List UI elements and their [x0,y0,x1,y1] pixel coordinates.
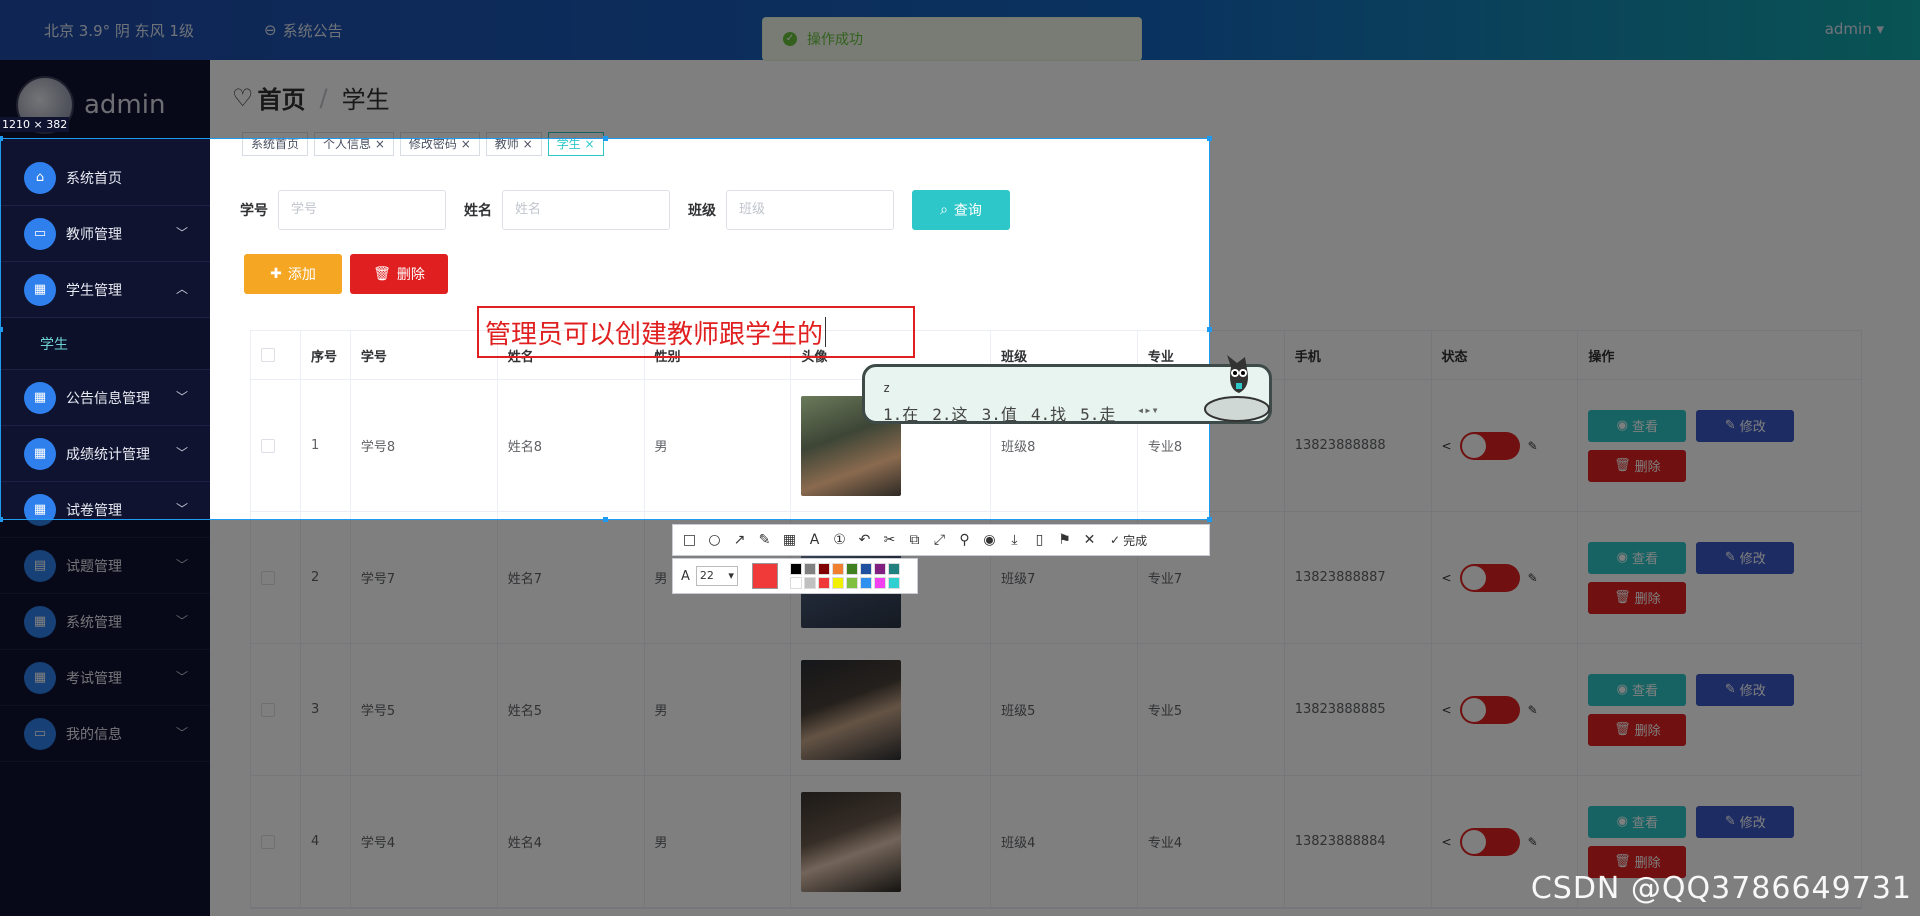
app: 北京 3.9° 阴 东风 1级 ⊖ 系统公告 admin ▾ ✓ 操作成功 ad… [0,0,1920,916]
resize-handle[interactable] [1207,136,1212,141]
color-swatch[interactable] [789,577,802,589]
capture-dim-top [0,0,1920,138]
resize-handle[interactable] [0,327,3,332]
ime-candidate[interactable]: 1.在 [883,401,918,425]
mosaic-tool-icon[interactable]: ▦ [781,532,798,548]
color-swatch[interactable] [789,563,802,575]
font-size-select[interactable]: 22 [695,566,738,586]
ime-candidate-window[interactable]: z 1.在 2.这 3.值 4.找 5.走 ◂▸▾ [862,355,1272,425]
color-swatch[interactable] [803,563,816,575]
capture-dim-bottom [0,520,1920,916]
watermark: CSDN @QQ3786649731 [1530,871,1912,906]
color-palette [789,563,900,589]
record-icon[interactable]: ◉ [981,532,998,548]
current-color-swatch[interactable] [751,563,778,589]
capture-toolbar: □ ○ ↗ ✎ ▦ A ① ↶ ✂ ⧉ ⤢ ⚲ ◉ ⤓ ▯ ⚑ ✕ ✓ 完成 [672,524,1210,556]
undo-icon[interactable]: ↶ [856,532,873,548]
pin-icon[interactable]: ⚲ [956,532,973,548]
download-icon[interactable]: ⤓ [1006,532,1023,548]
ime-page-arrows-icon[interactable]: ◂▸▾ [1137,403,1159,417]
color-swatch[interactable] [859,563,872,575]
rectangle-tool-icon[interactable]: □ [681,532,698,548]
ime-candidate[interactable]: 3.值 [982,401,1017,425]
ellipse-tool-icon[interactable]: ○ [706,532,723,548]
ocr-icon[interactable]: ⧉ [906,532,923,548]
color-swatch[interactable] [887,577,900,589]
ime-candidates: 1.在 2.这 3.值 4.找 5.走 [883,401,1115,425]
color-swatch[interactable] [817,563,830,575]
ime-candidate[interactable]: 2.这 [932,401,967,425]
bookmark-icon[interactable]: ⚑ [1056,532,1073,548]
color-swatch[interactable] [887,563,900,575]
color-swatch[interactable] [831,563,844,575]
capture-size-label: 1210 × 382 [0,117,70,132]
resize-handle[interactable] [1207,327,1212,332]
text-style-toolbar: A 22 [672,558,918,594]
close-icon[interactable]: ✕ [1081,532,1098,548]
pen-tool-icon[interactable]: ✎ [756,532,773,548]
resize-handle[interactable] [1207,517,1212,522]
long-capture-icon[interactable]: ⤢ [931,532,948,548]
text-tool-icon[interactable]: A [806,532,823,548]
capture-dim-right [1210,138,1920,520]
color-swatch[interactable] [817,577,830,589]
done-button-label: 完成 [1123,533,1148,548]
done-button[interactable]: ✓ 完成 [1110,532,1147,549]
color-swatch[interactable] [803,577,816,589]
phone-icon[interactable]: ▯ [1031,532,1048,548]
arrow-tool-icon[interactable]: ↗ [731,532,748,548]
ime-composition: z [883,381,891,395]
ime-candidate[interactable]: 4.找 [1031,401,1066,425]
font-icon: A [681,568,690,584]
ime-candidate[interactable]: 5.走 [1080,401,1115,425]
color-swatch[interactable] [873,577,886,589]
screenshot-scissors-icon[interactable]: ✂ [881,532,898,548]
resize-handle[interactable] [603,136,608,141]
number-tool-icon[interactable]: ① [831,532,848,548]
color-swatch[interactable] [859,577,872,589]
resize-handle[interactable] [0,517,3,522]
resize-handle[interactable] [603,517,608,522]
color-swatch[interactable] [831,577,844,589]
check-icon: ✓ [1110,533,1121,547]
ime-mascot-icon [1204,355,1270,422]
annotation-textbox[interactable]: 管理员可以创建教师跟学生的 [477,306,915,358]
color-swatch[interactable] [845,563,858,575]
resize-handle[interactable] [0,136,3,141]
text-caret [825,317,827,347]
color-swatch[interactable] [873,563,886,575]
color-swatch[interactable] [845,577,858,589]
annotation-text: 管理员可以创建教师跟学生的 [485,319,824,350]
